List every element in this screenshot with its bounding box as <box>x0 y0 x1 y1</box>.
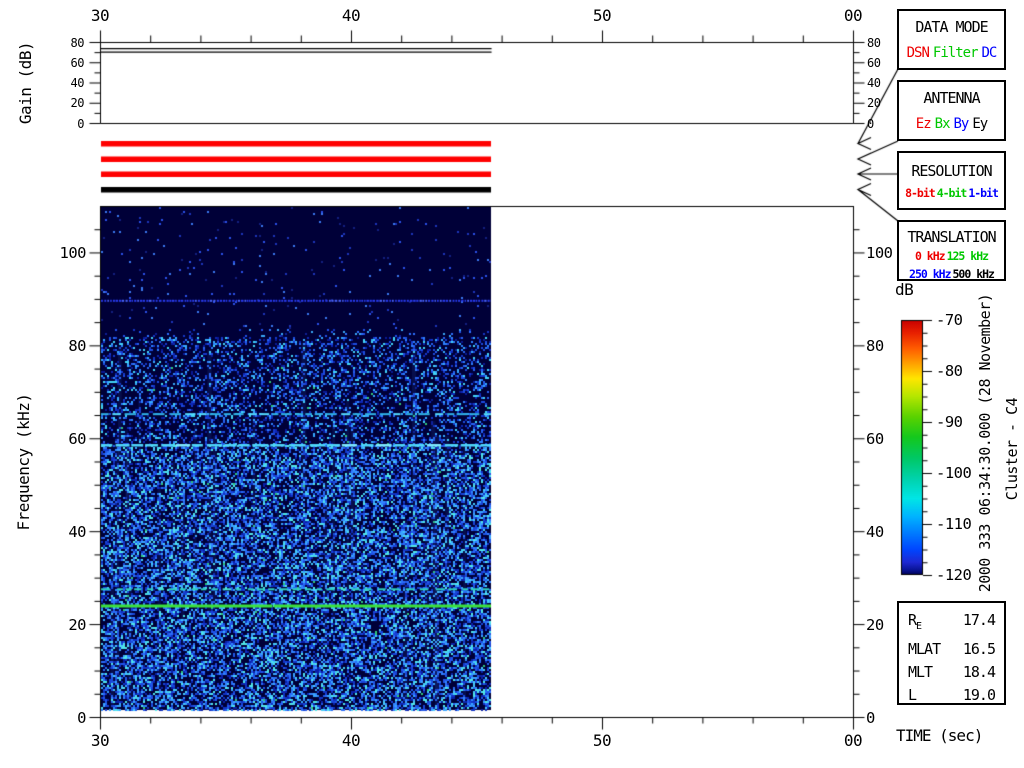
frequency-tick-label-left: 0 <box>46 709 86 727</box>
frequency-tick-label-left: 60 <box>46 430 86 448</box>
frequency-tick-label-left: 100 <box>46 244 86 262</box>
legend-value-bx: Bx <box>935 116 950 132</box>
legend-value-ey: Ey <box>972 116 987 132</box>
time-tick-label-bottom: 40 <box>331 731 371 750</box>
time-tick-label-top: 00 <box>833 6 873 25</box>
ephemeris-label: L <box>908 684 916 707</box>
gain-tick-label-left: 40 <box>50 76 84 90</box>
legend-value-dsn: DSN <box>907 45 929 61</box>
spacecraft-label: Cluster - C4 <box>1003 379 1021 519</box>
legend-value-filter: Filter <box>933 45 978 61</box>
ephemeris-row: L 19.0 <box>899 684 1004 707</box>
legend-box-data-mode: DATA MODE DSNFilterDC <box>897 9 1006 70</box>
ephemeris-value: 16.5 <box>963 638 995 661</box>
legend-value-0-khz: 0 kHz <box>915 249 945 263</box>
ephemeris-value: 19.0 <box>963 684 995 707</box>
colorbar-units-label: dB <box>895 280 913 299</box>
time-tick-label-top: 50 <box>582 6 622 25</box>
ephemeris-label: MLAT <box>908 638 940 661</box>
legend-value-4-bit: 4-bit <box>937 186 967 200</box>
time-tick-label-bottom: 00 <box>833 731 873 750</box>
colorbar-tick-label: -90 <box>936 413 963 431</box>
colorbar-tick-label: -70 <box>936 311 963 329</box>
legend-value-1-bit: 1-bit <box>968 186 998 200</box>
frequency-tick-label-right: 20 <box>866 616 910 634</box>
legend-box-translation: TRANSLATION 0 kHz125 kHz 250 kHz500 kHz <box>897 220 1006 281</box>
frequency-tick-label-left: 20 <box>46 616 86 634</box>
legend-box-title: ANTENNA <box>899 89 1004 107</box>
gain-tick-label-right: 20 <box>867 96 901 110</box>
colorbar-tick-label: -120 <box>936 566 971 584</box>
gain-tick-label-left: 0 <box>50 117 84 131</box>
gain-tick-label-right: 0 <box>867 117 901 131</box>
legend-box-row: 250 kHz500 kHz <box>899 267 1004 282</box>
legend-box-antenna: ANTENNA EzBxByEy <box>897 80 1006 141</box>
ephemeris-value: 18.4 <box>963 661 995 684</box>
frequency-tick-label-right: 100 <box>866 244 910 262</box>
gain-tick-label-right: 60 <box>867 56 901 70</box>
ephemeris-row: MLAT 16.5 <box>899 638 1004 661</box>
status-bars-region <box>100 140 491 194</box>
time-tick-label-top: 40 <box>331 6 371 25</box>
time-tick-label-bottom: 30 <box>80 731 120 750</box>
frequency-axis-title: Frequency (kHz) <box>14 362 34 562</box>
frequency-tick-label-right: 0 <box>866 709 910 727</box>
legend-box-row: DSNFilterDC <box>899 45 1004 61</box>
time-tick-label-top: 30 <box>80 6 120 25</box>
legend-value-dc: DC <box>982 45 997 61</box>
frequency-tick-label-right: 40 <box>866 523 910 541</box>
legend-box-resolution: RESOLUTION 8-bit4-bit1-bit <box>897 151 1006 210</box>
legend-box-row: EzBxByEy <box>899 116 1004 132</box>
legend-box-row: 8-bit4-bit1-bit <box>899 186 1004 201</box>
legend-box-row: 0 kHz125 kHz <box>899 249 1004 264</box>
legend-value-by: By <box>954 116 969 132</box>
frequency-tick-label-right: 80 <box>866 337 910 355</box>
legend-value-250-khz: 250 kHz <box>909 267 950 281</box>
colorbar-tick-label: -110 <box>936 515 971 533</box>
legend-value-125-khz: 125 kHz <box>947 249 988 263</box>
time-axis-title: TIME (sec) <box>896 726 982 745</box>
legend-value-ez: Ez <box>916 116 931 132</box>
frequency-tick-label-right: 60 <box>866 430 910 448</box>
spectrogram-region <box>100 206 853 717</box>
ephemeris-label: MLT <box>908 661 932 684</box>
gain-tick-label-left: 20 <box>50 96 84 110</box>
colorbar-tick-label: -80 <box>936 362 963 380</box>
colorbar-tick-label: -100 <box>936 464 971 482</box>
gain-plot-region <box>100 42 853 123</box>
gain-tick-label-right: 80 <box>867 36 901 50</box>
ephemeris-row: MLT 18.4 <box>899 661 1004 684</box>
gain-tick-label-left: 80 <box>50 36 84 50</box>
legend-value-8-bit: 8-bit <box>905 186 935 200</box>
ephemeris-info-box: RE17.4MLAT 16.5 MLT 18.4 L 19.0 <box>897 601 1006 705</box>
timestamp-label: 2000 333 06:34:30.000 (28 November) <box>976 263 994 623</box>
legend-value-500-khz: 500 kHz <box>953 267 994 281</box>
frequency-tick-label-left: 80 <box>46 337 86 355</box>
legend-box-title: RESOLUTION <box>899 162 1004 180</box>
legend-box-title: TRANSLATION <box>899 228 1004 246</box>
gain-tick-label-right: 40 <box>867 76 901 90</box>
legend-box-title: DATA MODE <box>899 18 1004 36</box>
ephemeris-value: 17.4 <box>963 609 995 638</box>
gain-tick-label-left: 60 <box>50 56 84 70</box>
frequency-tick-label-left: 40 <box>46 523 86 541</box>
gain-axis-title: Gain (dB) <box>16 23 36 143</box>
wbd-plot-page: Gain (dB) Frequency (kHz) 2000 333 06:34… <box>0 0 1024 768</box>
ephemeris-row: RE17.4 <box>899 609 1004 638</box>
time-tick-label-bottom: 50 <box>582 731 622 750</box>
